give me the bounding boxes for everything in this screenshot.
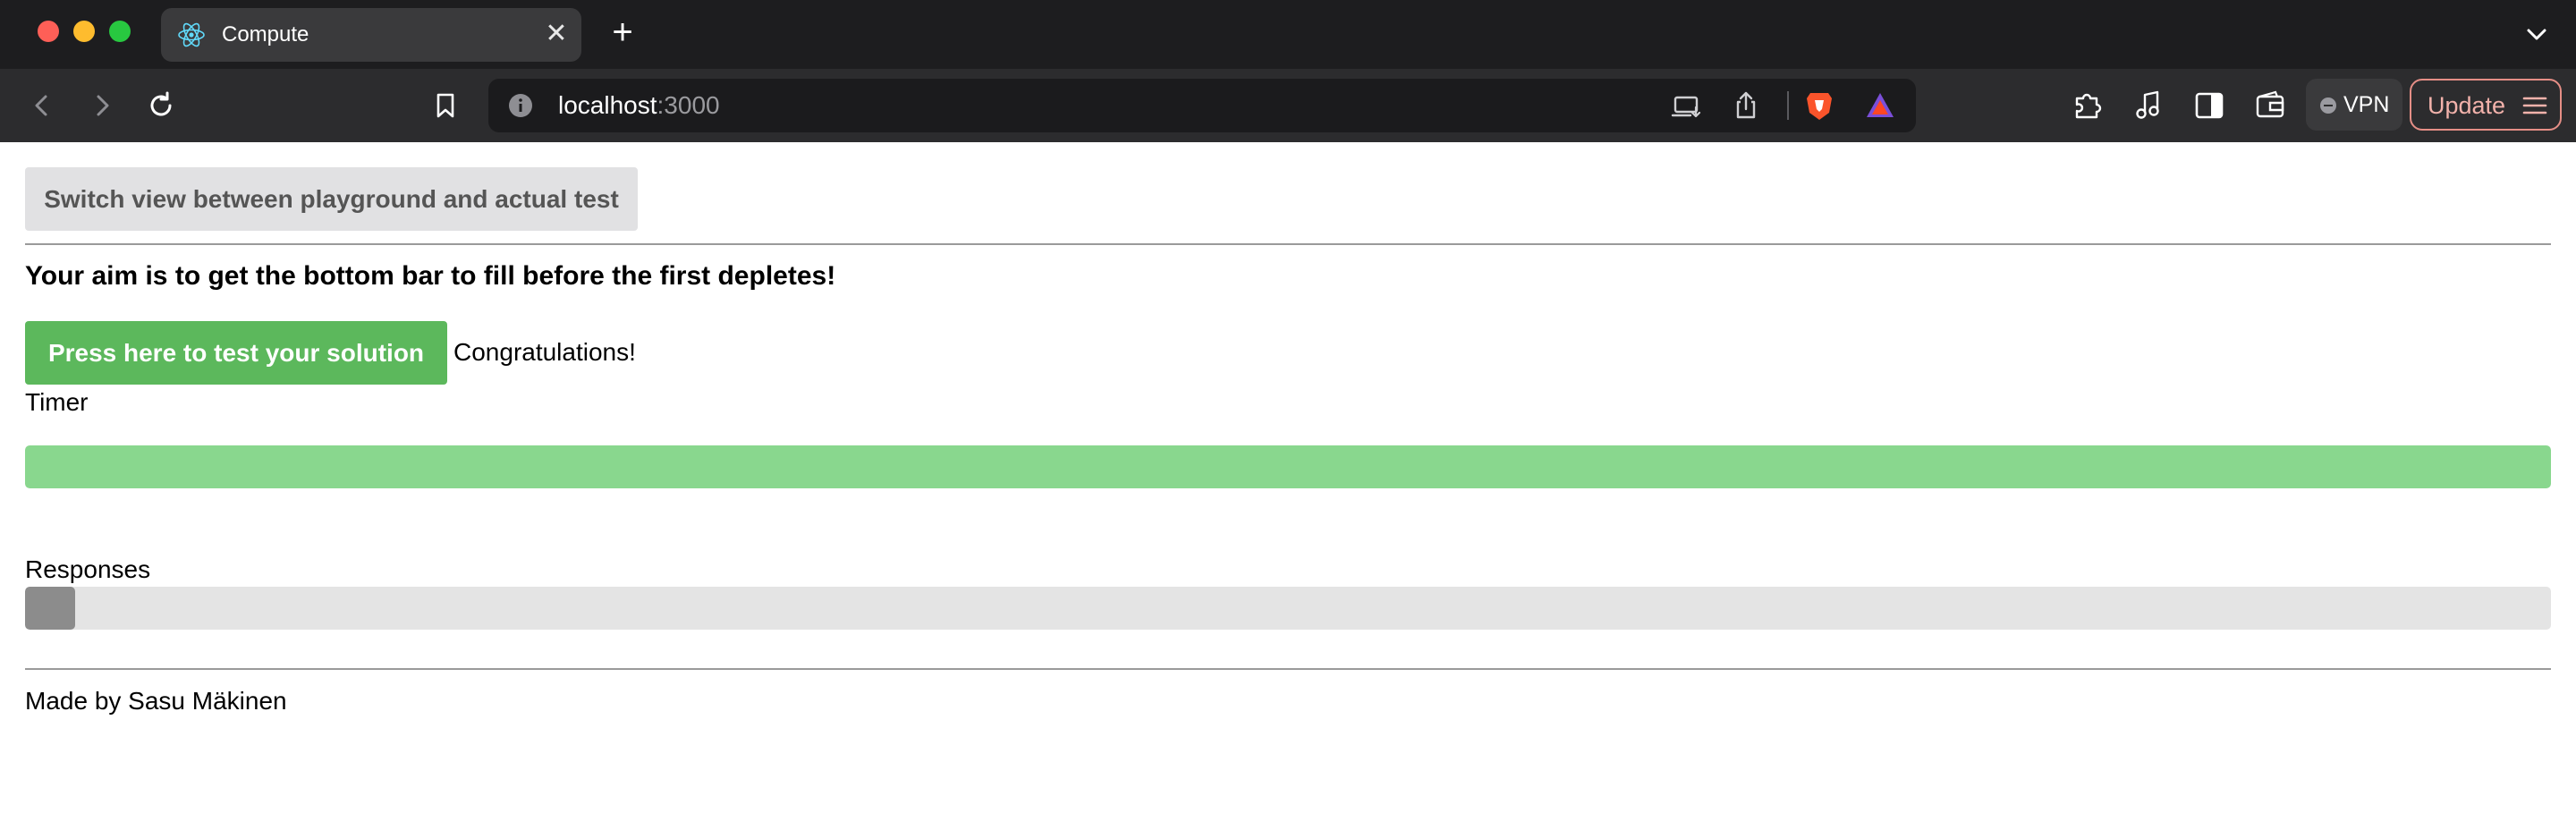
chevron-down-icon[interactable] — [2521, 18, 2553, 50]
update-label: Update — [2428, 92, 2506, 119]
page-content: Switch view between playground and actua… — [0, 142, 2576, 830]
new-tab-button[interactable]: + — [605, 14, 640, 51]
browser-titlebar: Compute ✕ + — [0, 0, 2576, 69]
tab-title: Compute — [222, 22, 309, 47]
browser-tab-active[interactable]: Compute ✕ — [161, 8, 581, 62]
timer-progress-bar — [25, 445, 2551, 488]
vpn-status-icon — [2320, 97, 2336, 114]
footer-credit: Made by Sasu Mäkinen — [25, 687, 287, 715]
bookmark-icon[interactable] — [426, 86, 465, 125]
reload-icon[interactable] — [141, 86, 181, 125]
browser-toolbar: localhost:3000 VPN Update — [0, 69, 2576, 143]
vpn-label: VPN — [2343, 92, 2390, 117]
responses-label: Responses — [25, 555, 151, 583]
zoom-window-button[interactable] — [109, 21, 131, 42]
sidebar-toggle-icon[interactable] — [2190, 86, 2229, 125]
timer-label: Timer — [25, 388, 89, 416]
info-icon[interactable] — [508, 93, 533, 118]
share-icon[interactable] — [1730, 89, 1762, 122]
divider-bottom — [25, 668, 2551, 670]
music-note-icon[interactable] — [2129, 86, 2168, 125]
aim-heading: Your aim is to get the bottom bar to fil… — [25, 261, 836, 291]
extensions-puzzle-icon[interactable] — [2068, 86, 2107, 125]
url-host: localhost — [558, 91, 657, 119]
update-button[interactable]: Update — [2410, 79, 2562, 131]
close-window-button[interactable] — [38, 21, 59, 42]
url-port: :3000 — [657, 91, 720, 119]
brave-rewards-icon[interactable] — [1864, 89, 1896, 122]
toolbar-divider — [1787, 91, 1789, 120]
address-bar[interactable]: localhost:3000 — [488, 79, 1916, 132]
result-message: Congratulations! — [453, 338, 636, 366]
react-logo-icon — [178, 22, 205, 47]
switch-view-button[interactable]: Switch view between playground and actua… — [25, 167, 638, 231]
timer-progress-fill — [25, 445, 2551, 488]
forward-arrow-icon[interactable] — [82, 86, 122, 125]
divider-top — [25, 243, 2551, 245]
responses-progress-fill — [25, 587, 76, 630]
back-arrow-icon[interactable] — [22, 86, 62, 125]
responses-progress-bar — [25, 587, 2551, 630]
hamburger-menu-icon — [2522, 97, 2547, 114]
brave-shields-icon[interactable] — [1803, 89, 1835, 122]
close-tab-icon[interactable]: ✕ — [540, 19, 572, 51]
wallet-icon[interactable] — [2250, 86, 2290, 125]
minimize-window-button[interactable] — [73, 21, 95, 42]
install-app-icon[interactable] — [1671, 89, 1703, 122]
url-text[interactable]: localhost:3000 — [558, 91, 720, 120]
test-solution-button[interactable]: Press here to test your solution — [25, 321, 447, 385]
vpn-button[interactable]: VPN — [2306, 79, 2402, 131]
